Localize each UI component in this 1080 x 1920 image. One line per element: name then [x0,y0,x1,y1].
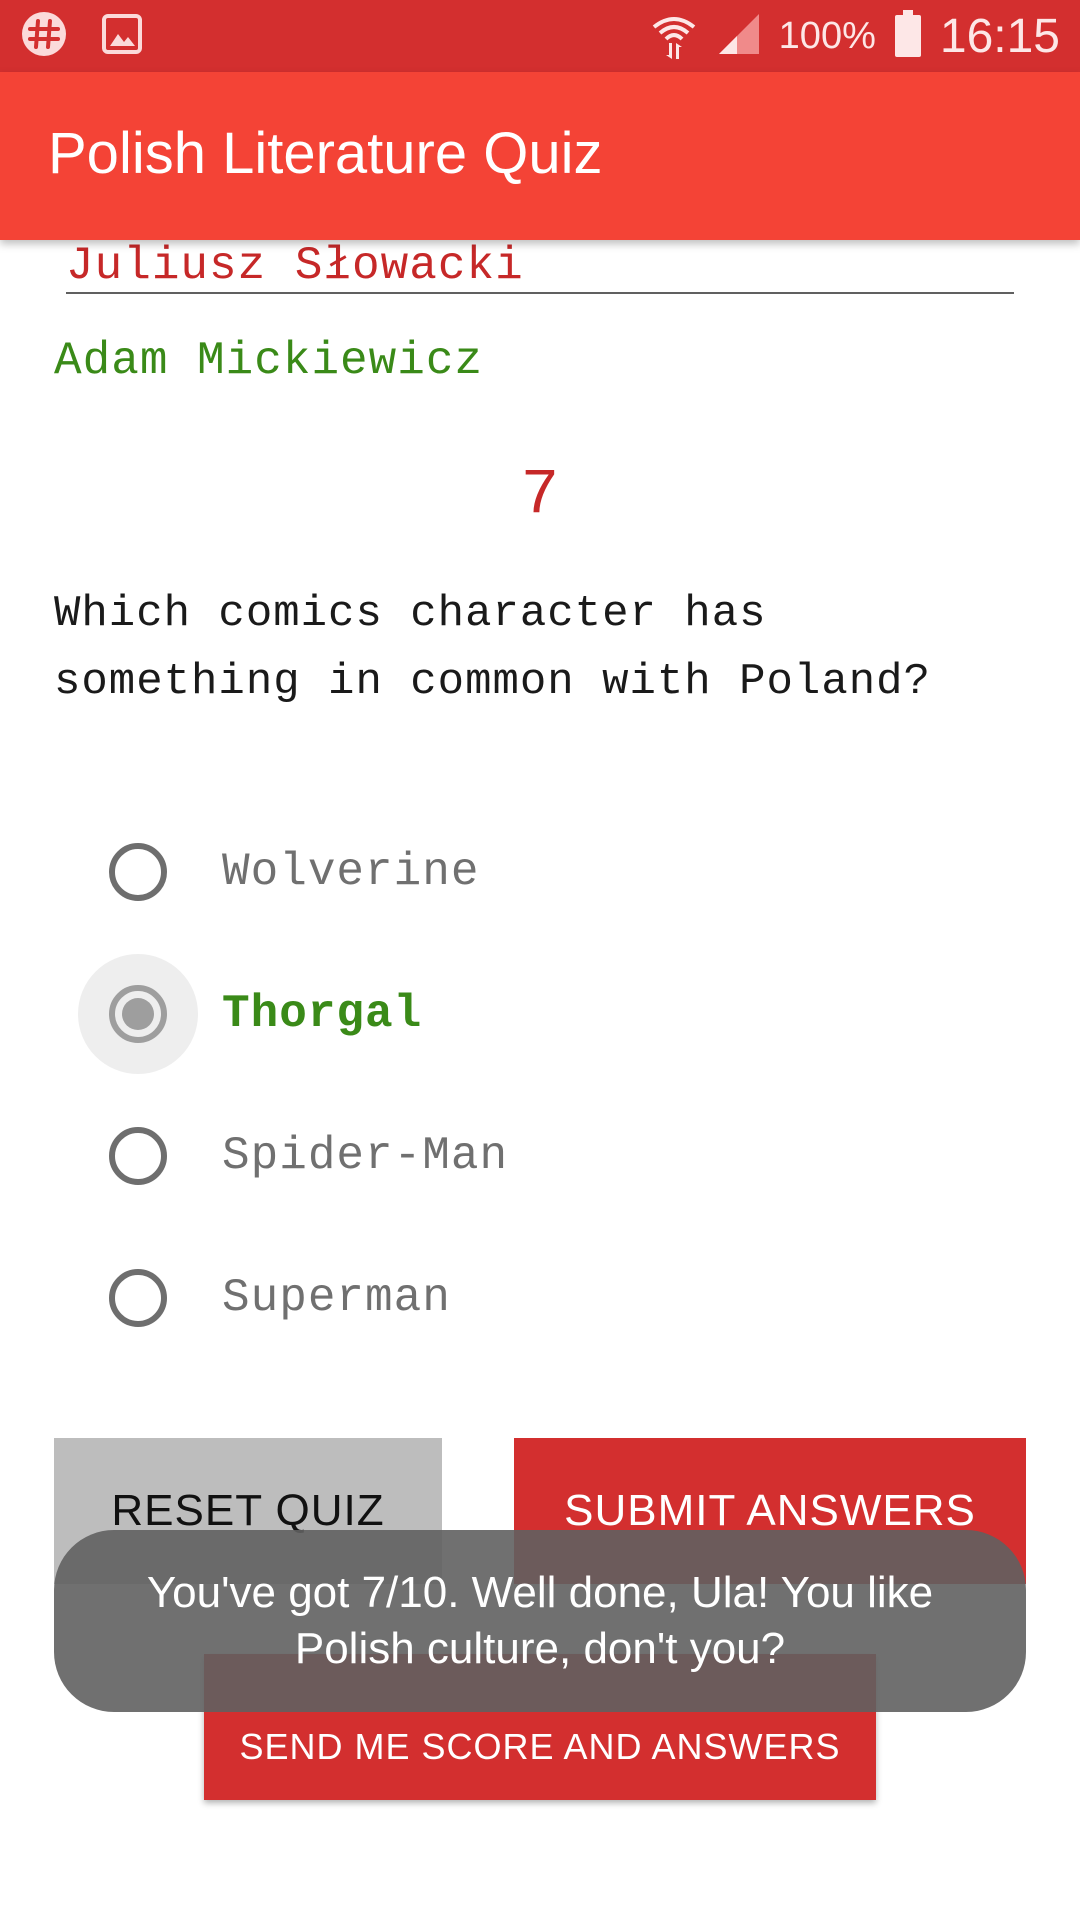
typed-answer-input[interactable]: Juliusz Słowacki [66,240,524,292]
option-superman[interactable]: Superman [78,1238,978,1358]
radio-unchecked-icon [109,1269,167,1327]
battery-percent: 100% [778,14,876,57]
option-wolverine[interactable]: Wolverine [78,812,978,932]
radio-button[interactable] [78,812,198,932]
wifi-icon [649,9,699,64]
radio-button[interactable] [78,1096,198,1216]
signal-icon [717,12,761,61]
input-underline [66,292,1014,294]
slack-icon [20,10,68,58]
option-label: Thorgal [222,988,423,1040]
option-thorgal[interactable]: Thorgal [78,954,978,1074]
option-label: Superman [222,1272,451,1324]
option-label: Wolverine [222,846,480,898]
radio-unchecked-icon [109,1127,167,1185]
status-bar: 100% 16:15 [0,0,1080,72]
radio-checked-icon [109,985,167,1043]
radio-unchecked-icon [109,843,167,901]
radio-button[interactable] [78,1238,198,1358]
battery-icon [894,9,922,63]
gallery-icon [98,10,146,58]
app-bar: Polish Literature Quiz [0,72,1080,240]
option-label: Spider-Man [222,1130,509,1182]
app-title: Polish Literature Quiz [48,121,603,186]
correct-answer-label: Adam Mickiewicz [54,335,484,387]
option-spider-man[interactable]: Spider-Man [78,1096,978,1216]
radio-button[interactable] [78,954,198,1074]
question-number: 7 [520,460,560,532]
question-text: Which comics character has something in … [54,589,931,707]
score-toast: You've got 7/10. Well done, Ula! You lik… [54,1530,1026,1712]
clock: 16:15 [939,9,1060,63]
